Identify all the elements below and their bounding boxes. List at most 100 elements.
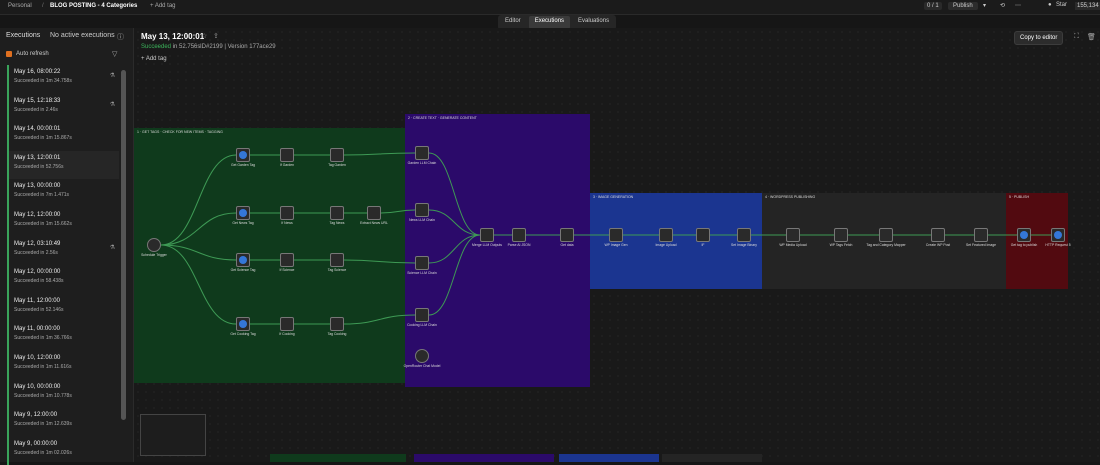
chevron-down-icon[interactable]: ▾: [983, 2, 986, 9]
get-cooking-tag-node[interactable]: [236, 317, 250, 331]
execution-item[interactable]: May 12, 12:00:00 Succeeded in 1m 15.662s: [7, 207, 119, 237]
execution-date: May 10, 00:00:00: [14, 383, 61, 390]
execution-date: May 13, 12:00:01: [14, 154, 61, 161]
globe-icon: [239, 151, 247, 159]
openrouter-model-node[interactable]: [415, 349, 429, 363]
schedule-trigger-node[interactable]: [147, 238, 161, 252]
globe-icon: [1054, 231, 1062, 239]
node-label: Cooking LLM Chain: [407, 323, 437, 327]
checkbox-icon[interactable]: [6, 51, 12, 57]
connection-edge: [428, 209, 481, 236]
execution-date: May 9, 00:00:00: [14, 440, 58, 447]
tag-science-node[interactable]: [330, 253, 344, 267]
execution-date: May 10, 12:00:00: [14, 354, 61, 361]
set-featured-image-node[interactable]: [974, 228, 988, 242]
set-image-binary-node[interactable]: [737, 228, 751, 242]
execution-item[interactable]: May 12, 00:00:00 Succeeded in 58.438s: [7, 265, 119, 294]
get-science-tag-node[interactable]: [236, 253, 250, 267]
more-icon[interactable]: ⋯: [1015, 2, 1021, 9]
execution-item[interactable]: May 14, 00:00:01 Succeeded in 1m 15.867s: [7, 122, 119, 151]
node-label: Get News Tag: [232, 221, 254, 225]
wp-tags-fetch-node[interactable]: [834, 228, 848, 242]
execution-item[interactable]: May 10, 12:00:00 Succeeded in 1m 11.616s: [7, 350, 119, 380]
github-star-label[interactable]: Star: [1056, 2, 1067, 8]
history-icon[interactable]: ⟲: [1000, 2, 1005, 9]
execution-item[interactable]: May 15, 12:18:33 Succeeded in 2.46s ⚗: [7, 93, 119, 123]
node-label: Tag Garden: [328, 163, 346, 167]
node-label: Get Science Tag: [230, 268, 256, 272]
parse-json-node[interactable]: [512, 228, 526, 242]
node-label: Schedule Trigger: [141, 253, 167, 257]
auto-refresh-label: Auto refresh: [16, 51, 49, 57]
tag-garden-node[interactable]: [330, 148, 344, 162]
extract-news-url-node[interactable]: [367, 206, 381, 220]
execution-item[interactable]: May 16, 08:00:22 Succeeded in 1m 34.758s ⚗: [7, 65, 119, 94]
node-label: News LLM Chain: [409, 218, 435, 222]
news-llm-node[interactable]: [415, 203, 429, 217]
execution-item[interactable]: May 11, 12:00:00 Succeeded in 52.146s: [7, 293, 119, 323]
execution-status: Succeeded in 1m 36.766s: [14, 335, 72, 342]
add-tag-link[interactable]: + Add tag: [150, 3, 176, 9]
execution-item[interactable]: May 9, 12:00:00 Succeeded in 1m 12.639s: [7, 408, 119, 437]
tag-cooking-node[interactable]: [330, 317, 344, 331]
execution-status: Succeeded in 58.438s: [14, 278, 64, 285]
execution-item[interactable]: May 9, 00:00:00 Succeeded in 1m 02.026s: [7, 436, 119, 465]
node-label: WP Media Upload: [779, 243, 807, 247]
execution-item[interactable]: May 10, 00:00:00 Succeeded in 1m 10.778s: [7, 379, 119, 409]
github-star-count: 155,134: [1075, 2, 1100, 10]
node-label: Tag News: [329, 221, 345, 225]
wp-media-upload-node[interactable]: [786, 228, 800, 242]
sidebar-title: Executions: [6, 32, 41, 39]
tag-news-node[interactable]: [330, 206, 344, 220]
garden-llm-node[interactable]: [415, 146, 429, 160]
workspace-breadcrumb[interactable]: Personal: [8, 3, 32, 9]
get-tag-publish-node[interactable]: [1017, 228, 1031, 242]
get-news-tag-node[interactable]: [236, 206, 250, 220]
cooking-llm-node[interactable]: [415, 308, 429, 322]
create-wp-post-node[interactable]: [931, 228, 945, 242]
image-upload-node[interactable]: [659, 228, 673, 242]
connection-edge: [428, 234, 481, 264]
node-label: OpenRouter Chat Model: [403, 364, 441, 368]
execution-date: May 12, 12:00:00: [14, 211, 61, 218]
node-label: If Science: [279, 268, 295, 272]
execution-item[interactable]: May 11, 00:00:00 Succeeded in 1m 36.766s: [7, 322, 119, 351]
node-label: Extract News URL: [360, 221, 388, 225]
if-cooking-node[interactable]: [280, 317, 294, 331]
execution-item[interactable]: May 12, 03:10:49 Succeeded in 2.56s ⚗: [7, 236, 119, 266]
merge-outputs-node[interactable]: [480, 228, 494, 242]
sidebar-scrollbar[interactable]: [121, 70, 126, 420]
node-label: WP Tags Fetch: [829, 243, 853, 247]
node-label: Set Image Binary: [730, 243, 757, 247]
tag-category-mapper-node[interactable]: [879, 228, 893, 242]
execution-date: May 11, 12:00:00: [14, 297, 60, 304]
node-label: Image Upload: [655, 243, 677, 247]
auto-refresh-toggle[interactable]: Auto refresh: [6, 51, 49, 57]
execution-status: Succeeded in 1m 12.639s: [14, 421, 72, 428]
get-data-node[interactable]: [560, 228, 574, 242]
node-label: If Garden: [279, 163, 295, 167]
node-label: IF: [701, 243, 705, 247]
execution-status: Succeeded in 1m 10.778s: [14, 392, 72, 399]
if-garden-node[interactable]: [280, 148, 294, 162]
workflow-title[interactable]: BLOG POSTING - 4 Categories: [50, 3, 137, 9]
execution-status: Succeeded in 1m 15.662s: [14, 220, 72, 227]
execution-status: Succeeded in 2.46s: [14, 106, 58, 113]
publish-button[interactable]: Publish: [948, 2, 978, 10]
get-garden-tag-node[interactable]: [236, 148, 250, 162]
execution-date: May 11, 00:00:00: [14, 326, 60, 333]
wp-image-gen-node[interactable]: [609, 228, 623, 242]
workflow-canvas[interactable]: May 13, 12:00:01 ☆ ⇪ Succeeded in 52.756…: [134, 28, 1100, 462]
globe-icon: [239, 256, 247, 264]
if-news-node[interactable]: [280, 206, 294, 220]
execution-item[interactable]: May 13, 12:00:01 Succeeded in 52.756s: [7, 150, 119, 180]
if-node[interactable]: [696, 228, 710, 242]
node-label: WP Image Gen: [604, 243, 628, 247]
execution-item[interactable]: May 13, 00:00:00 Succeeded in 7m 1.471s: [7, 179, 119, 208]
http-request-node[interactable]: [1051, 228, 1065, 242]
if-science-node[interactable]: [280, 253, 294, 267]
github-icon[interactable]: ●: [1048, 2, 1052, 8]
flask-icon: ⚗: [109, 73, 115, 79]
filter-icon[interactable]: ▽: [112, 50, 117, 58]
science-llm-node[interactable]: [415, 256, 429, 270]
